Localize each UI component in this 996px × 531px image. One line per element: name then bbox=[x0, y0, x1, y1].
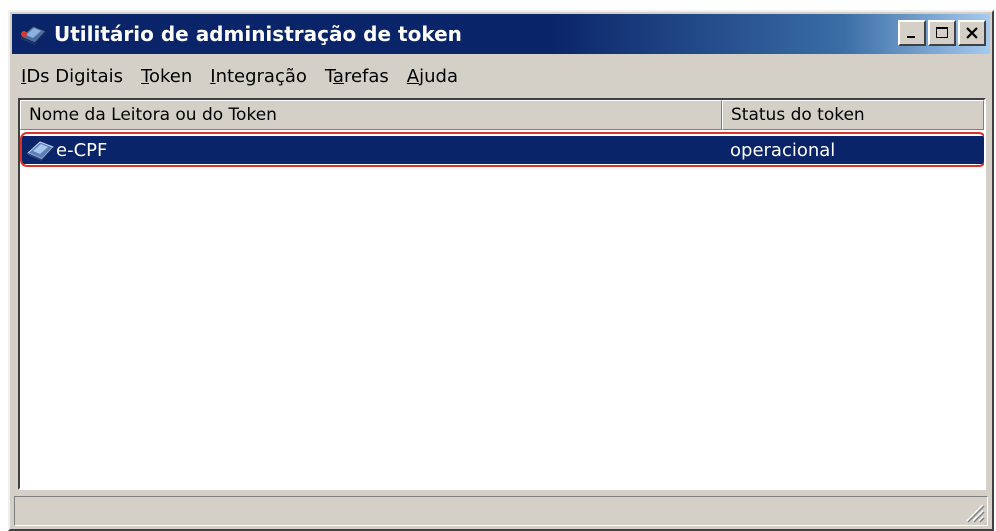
menu-token[interactable]: Token bbox=[132, 64, 201, 89]
list-header: Nome da Leitora ou do Token Status do to… bbox=[20, 100, 984, 130]
maximize-icon bbox=[936, 27, 948, 38]
token-status: operacional bbox=[730, 139, 836, 161]
menu-integracao[interactable]: Integração bbox=[201, 64, 316, 89]
token-name: e-CPF bbox=[56, 139, 108, 161]
token-reader-icon bbox=[24, 137, 56, 163]
close-button[interactable] bbox=[958, 20, 986, 46]
maximize-button[interactable] bbox=[928, 20, 956, 46]
menu-ajuda[interactable]: Ajuda bbox=[398, 64, 467, 89]
minimize-button[interactable] bbox=[898, 20, 926, 46]
column-header-status[interactable]: Status do token bbox=[722, 100, 984, 130]
menu-tarefas[interactable]: Tarefas bbox=[316, 64, 398, 89]
menu-bar: IDs Digitais Token Integração Tarefas Aj… bbox=[12, 58, 990, 94]
resize-grip-icon[interactable] bbox=[963, 501, 985, 523]
window-title: Utilitário de administração de token bbox=[54, 22, 462, 46]
menu-ids-digitais[interactable]: IDs Digitais bbox=[12, 64, 132, 89]
token-reader-icon bbox=[16, 20, 50, 48]
app-window: Utilitário de administração de token IDs… bbox=[8, 10, 994, 531]
minimize-icon bbox=[907, 36, 915, 38]
list-item[interactable]: e-CPF operacional bbox=[21, 135, 984, 165]
token-list[interactable]: Nome da Leitora ou do Token Status do to… bbox=[18, 98, 986, 490]
column-header-name[interactable]: Nome da Leitora ou do Token bbox=[20, 100, 722, 130]
window-controls bbox=[898, 20, 986, 46]
title-bar[interactable]: Utilitário de administração de token bbox=[12, 14, 990, 54]
close-icon bbox=[966, 27, 978, 39]
status-bar bbox=[14, 496, 988, 526]
